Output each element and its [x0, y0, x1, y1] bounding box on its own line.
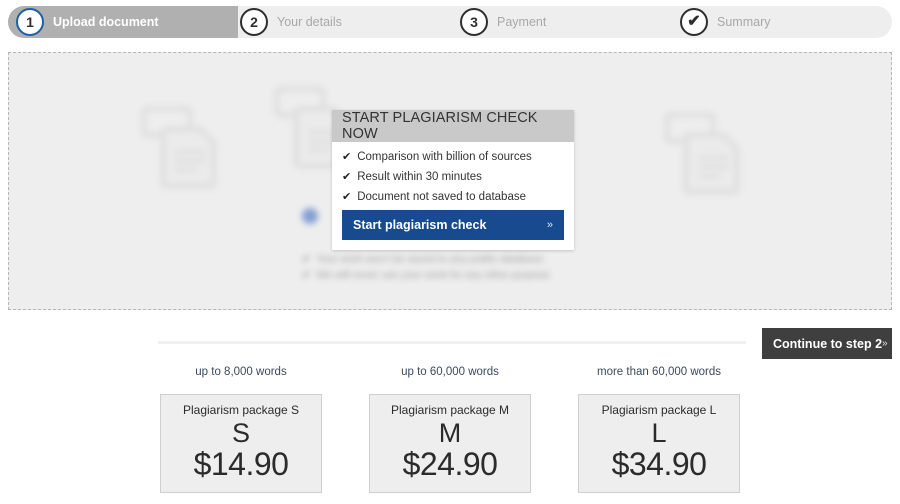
- step-4-summary[interactable]: ✔ Summary: [680, 6, 770, 38]
- step-2-number-badge: 2: [240, 8, 268, 36]
- package-price: $14.90: [193, 446, 289, 483]
- progress-stepbar: 1 Upload document 2 Your details 3 Payme…: [8, 6, 892, 38]
- dropzone-privacy-notes: ✔ Your work won't be saved to any public…: [302, 253, 622, 285]
- step-1-label: Upload document: [53, 15, 159, 29]
- check-icon: ✔: [302, 269, 311, 281]
- blurred-accent-dot: [302, 208, 318, 224]
- continue-button-label: Continue to step 2: [773, 336, 883, 351]
- modal-feature-item: ✔ Document not saved to database: [342, 191, 564, 205]
- package-size-letter: L: [651, 418, 667, 448]
- modal-title: START PLAGIARISM CHECK NOW: [332, 110, 574, 142]
- modal-feature-item: ✔ Comparison with billion of sources: [342, 151, 564, 165]
- modal-feature-text: Comparison with billion of sources: [357, 151, 532, 163]
- package-column-s: up to 8,000 words Plagiarism package S S…: [160, 366, 322, 493]
- step-2-your-details[interactable]: 2 Your details: [240, 6, 342, 38]
- modal-feature-text: Result within 30 minutes: [357, 170, 482, 183]
- plagiarism-checker-page: 1 Upload document 2 Your details 3 Payme…: [0, 0, 900, 504]
- package-card-s[interactable]: Plagiarism package S S $14.90: [160, 394, 322, 493]
- continue-to-step-2-button[interactable]: Continue to step 2 »: [762, 328, 892, 359]
- package-title: Plagiarism package S: [182, 403, 300, 417]
- check-icon: ✔: [687, 13, 701, 30]
- step-2-label: Your details: [277, 15, 342, 29]
- step-1-upload-document[interactable]: 1 Upload document: [16, 6, 159, 38]
- check-icon: ✔: [342, 151, 352, 163]
- package-price: $34.90: [611, 446, 707, 483]
- package-size-letter: M: [438, 418, 462, 448]
- step-3-number-badge: 3: [460, 8, 488, 36]
- package-word-limit: more than 60,000 words: [596, 366, 722, 378]
- step-4-badge: ✔: [680, 8, 708, 36]
- step-3-label: Payment: [497, 15, 547, 29]
- start-plagiarism-check-label: Start plagiarism check: [353, 218, 487, 233]
- step-1-number-badge: 1: [16, 8, 44, 36]
- section-divider: [158, 341, 746, 344]
- document-dropzone[interactable]: ✔ Your work won't be saved to any public…: [8, 52, 892, 310]
- document-icon: [657, 109, 745, 195]
- package-price: $24.90: [402, 446, 498, 483]
- modal-body: ✔ Comparison with billion of sources ✔ R…: [332, 142, 574, 251]
- chevron-right-icon: »: [546, 219, 553, 232]
- package-column-m: up to 60,000 words Plagiarism package M …: [369, 366, 531, 493]
- check-icon: ✔: [342, 190, 352, 203]
- step-4-label: Summary: [717, 15, 771, 29]
- privacy-note-item: ✔ We will never use your work for any ot…: [302, 269, 622, 281]
- document-icon: [134, 103, 222, 189]
- package-title: Plagiarism package L: [601, 403, 717, 417]
- package-size-letter: S: [231, 418, 250, 448]
- package-column-l: more than 60,000 words Plagiarism packag…: [578, 366, 740, 493]
- check-icon: ✔: [342, 170, 352, 183]
- privacy-note-text: We will never use your work for any othe…: [316, 269, 550, 281]
- package-list: up to 8,000 words Plagiarism package S S…: [160, 366, 740, 493]
- step-3-payment[interactable]: 3 Payment: [460, 6, 546, 38]
- modal-feature-item: ✔ Result within 30 minutes: [342, 171, 564, 185]
- package-word-limit: up to 8,000 words: [195, 366, 287, 378]
- privacy-note-text: Your work won't be saved to any public d…: [316, 253, 544, 265]
- package-word-limit: up to 60,000 words: [401, 366, 499, 378]
- chevron-right-icon: »: [882, 338, 888, 349]
- privacy-note-item: ✔ Your work won't be saved to any public…: [302, 253, 622, 265]
- package-title: Plagiarism package M: [390, 403, 510, 417]
- check-icon: ✔: [302, 253, 311, 265]
- start-plagiarism-check-modal: START PLAGIARISM CHECK NOW ✔ Comparison …: [332, 110, 574, 251]
- start-plagiarism-check-button[interactable]: Start plagiarism check »: [342, 210, 564, 241]
- modal-feature-text: Document not saved to database: [357, 190, 526, 203]
- package-card-l[interactable]: Plagiarism package L L $34.90: [578, 394, 740, 493]
- package-card-m[interactable]: Plagiarism package M M $24.90: [369, 394, 531, 493]
